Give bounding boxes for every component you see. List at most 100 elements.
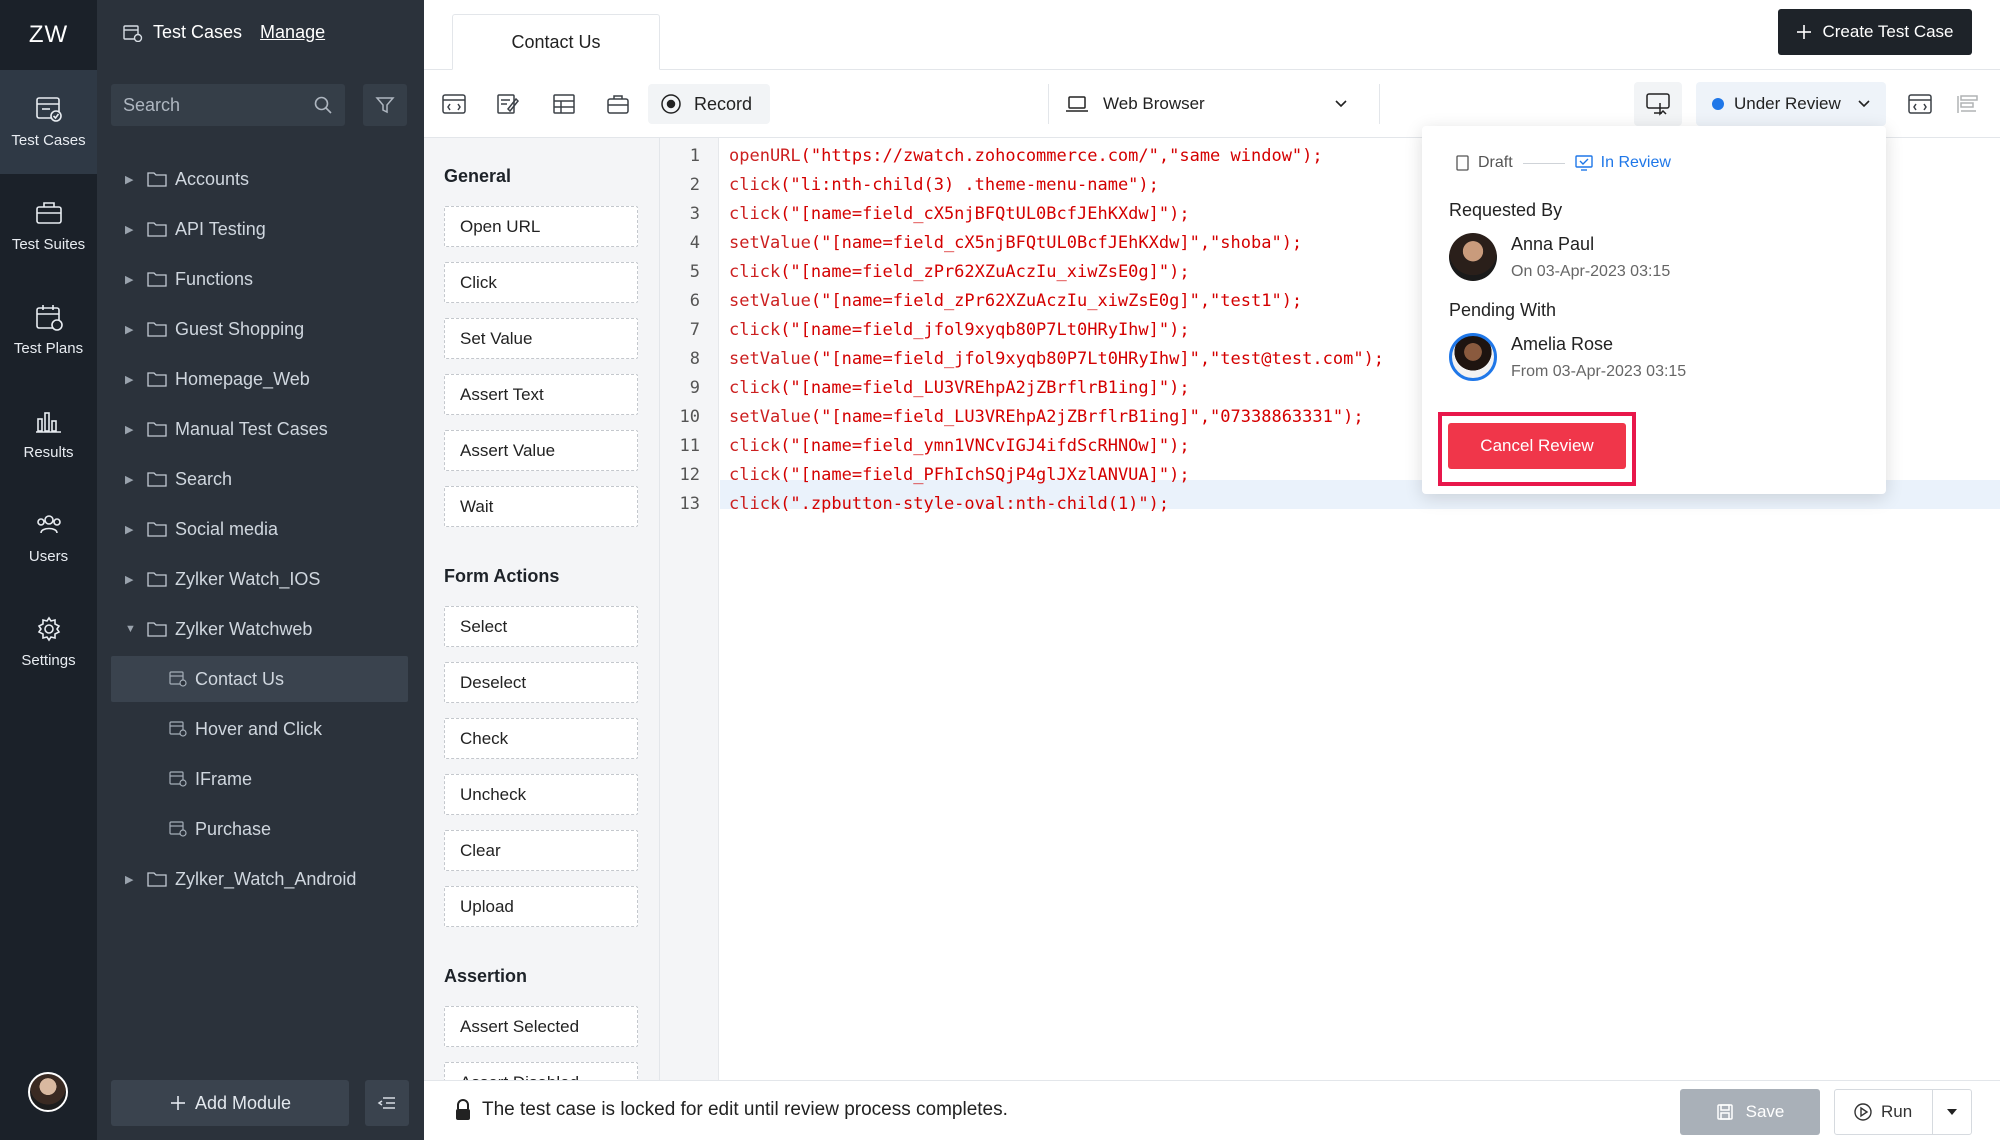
caret-right-icon[interactable]: ▶ (125, 473, 137, 486)
caret-right-icon[interactable]: ▶ (125, 873, 137, 886)
rail-item-test-plans[interactable]: Test Plans (0, 278, 97, 382)
code-line[interactable]: setValue("[name=field_zPr62XZuAczIu_xiwZ… (729, 291, 1302, 311)
action-clear[interactable]: Clear (444, 830, 638, 871)
save-button[interactable]: Save (1680, 1089, 1820, 1135)
caret-right-icon[interactable]: ▶ (125, 373, 137, 386)
caret-right-icon[interactable]: ▶ (125, 223, 137, 236)
action-open-url[interactable]: Open URL (444, 206, 638, 247)
action-wait[interactable]: Wait (444, 486, 638, 527)
cancel-review-button[interactable]: Cancel Review (1448, 423, 1626, 469)
rail-label: Test Cases (11, 132, 86, 149)
add-module-button[interactable]: Add Module (111, 1080, 349, 1126)
code-line[interactable]: click("li:nth-child(3) .theme-menu-name"… (729, 175, 1159, 195)
rail-item-results[interactable]: Results (0, 382, 97, 486)
collapse-panel-button[interactable] (365, 1080, 409, 1126)
run-button[interactable]: Run (1835, 1090, 1933, 1134)
rail-item-settings[interactable]: Settings (0, 590, 97, 694)
tree-folder[interactable]: ▶ Zylker_Watch_Android (97, 856, 424, 902)
code-window-icon (442, 94, 466, 114)
rail-item-test-cases[interactable]: Test Cases (0, 70, 97, 174)
reviewer: Amelia Rose From 03-Apr-2023 03:15 (1449, 333, 1686, 381)
tree-folder[interactable]: ▶ Guest Shopping (97, 306, 424, 352)
run-options-button[interactable] (1933, 1108, 1971, 1116)
tree-folder[interactable]: ▶ Manual Test Cases (97, 406, 424, 452)
folder-icon (147, 572, 167, 587)
tree-folder[interactable]: ▶ Functions (97, 256, 424, 302)
tree-folder[interactable]: ▶ Homepage_Web (97, 356, 424, 402)
action-assert-disabled[interactable]: Assert Disabled (444, 1062, 638, 1080)
action-upload[interactable]: Upload (444, 886, 638, 927)
code-view-button[interactable] (440, 90, 468, 118)
code-line[interactable]: click("[name=field_zPr62XZuAczIu_xiwZsE0… (729, 262, 1190, 282)
line-number: 4 (689, 233, 700, 253)
line-number: 1 (689, 146, 700, 166)
tree-folder[interactable]: ▶ Search (97, 456, 424, 502)
caret-right-icon[interactable]: ▶ (125, 573, 137, 586)
record-button[interactable]: Record (648, 84, 770, 124)
tree-item-label: Zylker Watchweb (175, 618, 313, 639)
caret-right-icon[interactable]: ▶ (125, 523, 137, 536)
filter-button[interactable] (363, 84, 407, 126)
action-uncheck[interactable]: Uncheck (444, 774, 638, 815)
section-form-actions: Form Actions (444, 566, 560, 586)
review-popover: Draft In Review Requested By Anna Paul O… (1422, 126, 1886, 494)
create-test-case-label: Create Test Case (1822, 22, 1954, 41)
edit-steps-button[interactable] (494, 90, 522, 118)
manage-link[interactable]: Manage (260, 22, 325, 43)
caret-right-icon[interactable]: ▶ (125, 173, 137, 186)
tree-test-case[interactable]: Hover and Click (97, 706, 424, 752)
caret-down-icon[interactable]: ▼ (125, 623, 137, 635)
code-arguments: ("[name=field_LU3VREhpA2jZBrflrB1ing]","… (810, 407, 1364, 427)
code-line[interactable]: click("[name=field_PFhIchSQjP4glJXzlANVU… (729, 465, 1190, 485)
code-line[interactable]: openURL("https://zwatch.zohocommerce.com… (729, 146, 1323, 166)
steps-layout-button[interactable] (1954, 90, 1982, 118)
test-data-button[interactable] (550, 90, 578, 118)
action-check[interactable]: Check (444, 718, 638, 759)
code-line[interactable]: setValue("[name=field_LU3VREhpA2jZBrflrB… (729, 407, 1364, 427)
remote-run-button[interactable] (1634, 82, 1682, 126)
code-line[interactable]: setValue("[name=field_jfol9xyqb80P7Lt0HR… (729, 349, 1384, 369)
code-line[interactable]: click("[name=field_jfol9xyqb80P7Lt0HRyIh… (729, 320, 1190, 340)
user-avatar[interactable] (28, 1072, 68, 1112)
tree-folder[interactable]: ▶ Accounts (97, 156, 424, 202)
rail-item-users[interactable]: Users (0, 486, 97, 590)
action-set-value[interactable]: Set Value (444, 318, 638, 359)
chevron-down-icon (1335, 100, 1347, 108)
test-cases-icon (123, 24, 143, 42)
rail-item-test-suites[interactable]: Test Suites (0, 174, 97, 278)
code-line[interactable]: click("[name=field_cX5njBFQtUL0BcfJEhKXd… (729, 204, 1190, 224)
tree-test-case[interactable]: Purchase (97, 806, 424, 852)
caret-right-icon[interactable]: ▶ (125, 273, 137, 286)
code-line[interactable]: click("[name=field_ymn1VNCvIGJ4ifdScRHNO… (729, 436, 1190, 456)
review-status-dropdown[interactable]: Under Review (1696, 82, 1886, 126)
tree-test-case[interactable]: Contact Us (111, 656, 408, 702)
tab-contact-us[interactable]: Contact Us (452, 14, 660, 70)
tree-folder[interactable]: ▶ Social media (97, 506, 424, 552)
action-assert-value[interactable]: Assert Value (444, 430, 638, 471)
tree-item-label: Guest Shopping (175, 318, 305, 339)
action-assert-selected[interactable]: Assert Selected (444, 1006, 638, 1047)
tree-folder[interactable]: ▶ API Testing (97, 206, 424, 252)
caret-right-icon[interactable]: ▶ (125, 323, 137, 336)
code-layout-button[interactable] (1906, 90, 1934, 118)
tree-folder[interactable]: ▼ Zylker Watchweb (97, 606, 424, 652)
action-click[interactable]: Click (444, 262, 638, 303)
create-test-case-button[interactable]: Create Test Case (1778, 9, 1972, 55)
tree-title: Test Cases (153, 22, 243, 42)
action-deselect[interactable]: Deselect (444, 662, 638, 703)
suite-button[interactable] (604, 90, 632, 118)
tree-folder[interactable]: ▶ Zylker Watch_IOS (97, 556, 424, 602)
action-assert-text[interactable]: Assert Text (444, 374, 638, 415)
action-select[interactable]: Select (444, 606, 638, 647)
requester-avatar (1449, 233, 1497, 281)
tree-item-label: Search (175, 468, 233, 489)
status-label: Under Review (1734, 94, 1841, 113)
browser-select[interactable]: Web Browser (1048, 84, 1364, 124)
tree-search-input[interactable]: Search (111, 84, 345, 126)
code-line[interactable]: setValue("[name=field_cX5njBFQtUL0BcfJEh… (729, 233, 1302, 253)
search-placeholder: Search (123, 94, 181, 115)
code-line[interactable]: click(".zpbutton-style-oval:nth-child(1)… (729, 494, 1169, 514)
tree-test-case[interactable]: IFrame (97, 756, 424, 802)
code-line[interactable]: click("[name=field_LU3VREhpA2jZBrflrB1in… (729, 378, 1190, 398)
caret-right-icon[interactable]: ▶ (125, 423, 137, 436)
